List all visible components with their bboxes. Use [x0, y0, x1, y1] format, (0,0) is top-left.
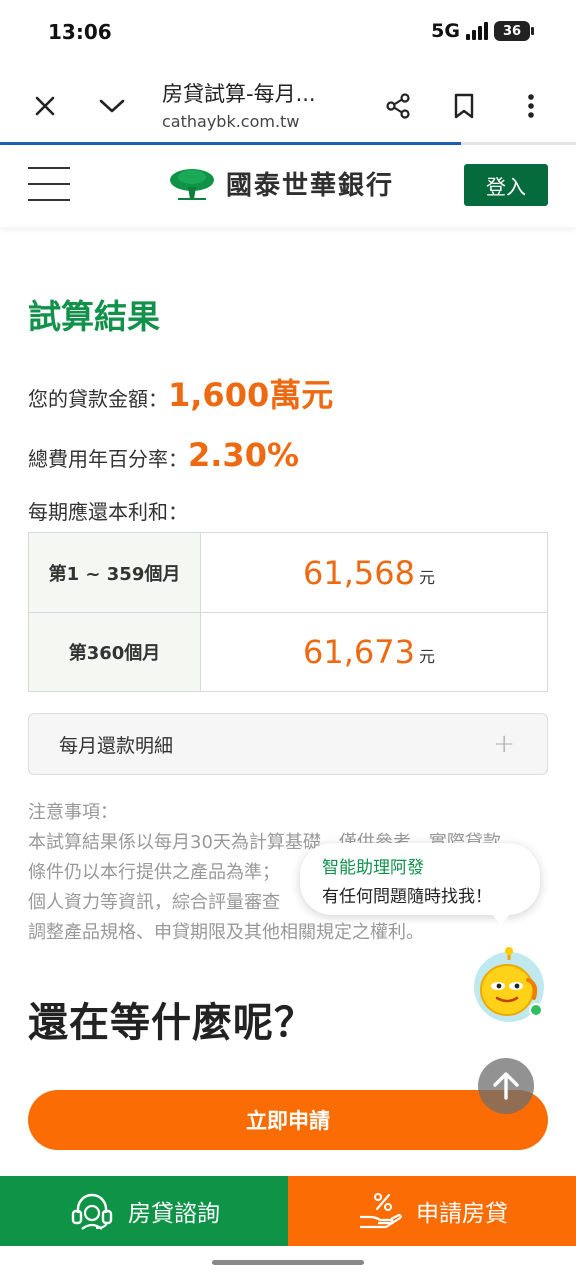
arrow-up-icon [493, 1072, 519, 1100]
apr-label: 總費用年百分率： [28, 447, 188, 471]
apr-row: 總費用年百分率： 2.30% [28, 436, 299, 474]
page-url[interactable]: cathaybk.com.tw [162, 112, 299, 131]
chatbot-bubble[interactable]: 智能助理阿發 有任何問題隨時找我！ [300, 843, 540, 925]
chatbot-name: 智能助理阿發 [322, 858, 424, 878]
plus-icon: + [493, 729, 515, 759]
payment-amount-cell: 61,568 元 [201, 533, 547, 612]
payment-period: 第1 ~ 359個月 [29, 533, 201, 612]
battery-level: 36 [502, 23, 522, 39]
tree-logo-icon [170, 168, 214, 200]
monthly-detail-label: 每月還款明細 [59, 734, 174, 757]
headset-icon [71, 1193, 113, 1230]
bottom-action-bar: 房貸諮詢 申請房貸 [0, 1176, 576, 1246]
share-icon[interactable] [378, 86, 418, 126]
more-vert-icon[interactable] [511, 86, 551, 126]
loan-amount-label: 您的貸款金額： [28, 387, 168, 411]
signal-icon [466, 22, 488, 40]
table-row: 第1 ~ 359個月 61,568 元 [29, 533, 547, 612]
network-type: 5G [431, 20, 460, 42]
notice-line: 調整產品規格、申貸期限及其他相關規定之權利。 [28, 922, 424, 943]
monthly-detail-accordion[interactable]: 每月還款明細 + [28, 713, 548, 775]
mortgage-consult-label: 房貸諮詢 [128, 1201, 220, 1227]
payment-unit: 元 [418, 647, 435, 666]
scroll-to-top-button[interactable] [478, 1058, 534, 1114]
status-time: 13:06 [48, 20, 112, 44]
status-bar: 13:06 5G 36 [0, 0, 576, 64]
payment-unit: 元 [418, 567, 435, 587]
brand-name: 國泰世華銀行 [226, 171, 395, 201]
loan-amount-row: 您的貸款金額： 1,600萬元 [28, 370, 333, 416]
apply-now-button[interactable]: 立即申請 [28, 1090, 548, 1150]
home-indicator[interactable] [212, 1260, 364, 1265]
payment-label: 每期應還本利和： [28, 500, 188, 524]
status-indicators: 5G 36 [431, 20, 534, 42]
chatbot-message: 有任何問題隨時找我！ [322, 887, 492, 907]
brand-logo[interactable]: 國泰世華銀行 [168, 165, 394, 202]
chevron-down-icon[interactable] [92, 86, 132, 126]
browser-toolbar: 房貸試算-每月... cathaybk.com.tw [0, 64, 576, 144]
payment-amount-cell: 61,673 元 [201, 613, 547, 691]
payment-table: 第1 ~ 359個月 61,568 元 第360個月 61,673 元 [28, 532, 548, 692]
table-row: 第360個月 61,673 元 [29, 612, 547, 691]
hand-percent-icon [360, 1193, 402, 1229]
mortgage-apply-button[interactable]: 申請房貸 [288, 1176, 576, 1246]
close-icon[interactable] [25, 86, 65, 126]
payment-amount: 61,568 [303, 553, 415, 592]
mortgage-consult-button[interactable]: 房貸諮詢 [0, 1176, 288, 1246]
chatbot-avatar-icon[interactable] [470, 946, 548, 1024]
mortgage-apply-label: 申請房貸 [416, 1201, 508, 1227]
result-title: 試算結果 [28, 297, 160, 336]
payment-period: 第360個月 [29, 613, 201, 691]
site-header: 國泰世華銀行 登入 [0, 145, 576, 227]
payment-amount: 61,673 [303, 633, 415, 671]
menu-icon[interactable] [28, 167, 70, 201]
apr-value: 2.30% [188, 436, 300, 474]
page-title: 房貸試算-每月... [162, 82, 316, 106]
loan-amount-value: 1,600萬元 [168, 376, 334, 414]
bookmark-icon[interactable] [444, 86, 484, 126]
cta-heading: 還在等什麼呢？ [28, 1000, 315, 1046]
login-button[interactable]: 登入 [464, 164, 548, 206]
battery-icon: 36 [494, 21, 534, 41]
notice-title: 注意事項： [28, 802, 118, 823]
